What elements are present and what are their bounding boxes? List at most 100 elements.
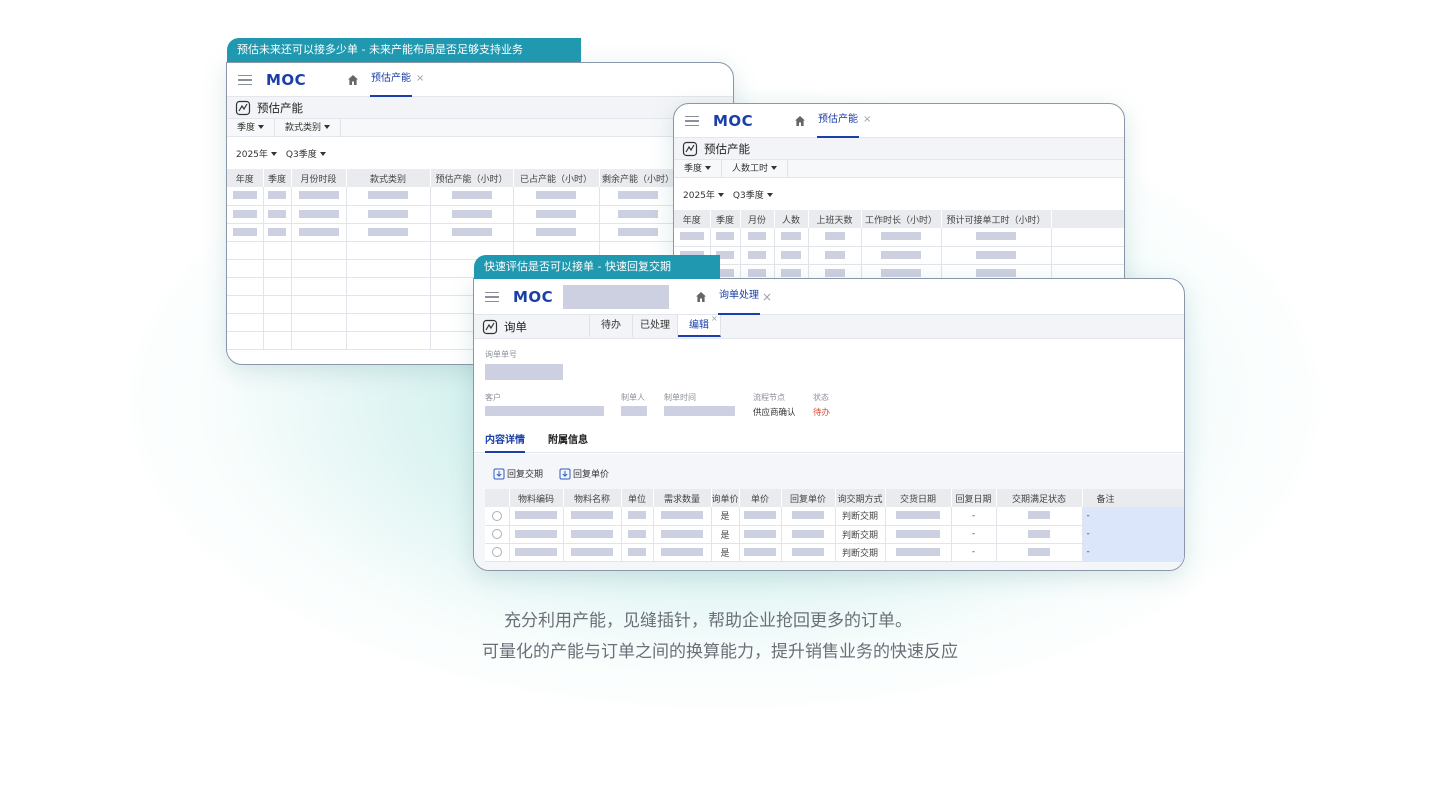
col-unit[interactable]: 单位	[621, 489, 654, 507]
row-select[interactable]	[485, 543, 510, 562]
col-available-hours[interactable]: 预计可接单工时（小时）	[941, 210, 1052, 228]
page-header: 预估产能	[674, 138, 1124, 160]
col-style[interactable]: 款式类别	[346, 169, 431, 187]
table-cell	[563, 507, 622, 526]
tab-processed[interactable]: 已处理	[633, 315, 678, 337]
reply-price-button[interactable]: 回复单价	[559, 467, 609, 480]
tab-capacity[interactable]: 预估产能	[817, 104, 859, 138]
radio-button[interactable]	[491, 528, 502, 539]
quarter-select[interactable]: Q3季度	[286, 147, 326, 160]
year-select[interactable]: 2025年	[683, 188, 724, 201]
col-unit-price[interactable]: 单价	[739, 489, 782, 507]
col-month[interactable]: 月份时段	[291, 169, 347, 187]
col-used[interactable]: 已占产能（小时）	[513, 169, 600, 187]
col-quarter[interactable]: 季度	[710, 210, 741, 228]
col-note[interactable]: 备注	[1082, 489, 1184, 507]
home-icon[interactable]	[347, 74, 359, 86]
table-row[interactable]	[227, 223, 733, 242]
col-delivery-method[interactable]: 询交期方式	[835, 489, 886, 507]
capacity-window-2: MOC 预估产能 × 预估产能 季度 人数工时 2025年 Q3季度 年度 季度…	[673, 103, 1125, 303]
table-cell	[621, 525, 654, 544]
filter-quarter[interactable]: 季度	[674, 159, 723, 178]
menu-icon[interactable]	[485, 291, 499, 302]
page-title: 询单	[504, 319, 527, 334]
col-reply-date[interactable]: 回复日期	[951, 489, 997, 507]
close-icon[interactable]: ×	[416, 63, 424, 95]
col-demand-qty[interactable]: 需求数量	[653, 489, 712, 507]
tab-capacity[interactable]: 预估产能	[370, 63, 412, 97]
note-cell[interactable]: -	[1082, 543, 1184, 562]
note-cell[interactable]: -	[1082, 525, 1184, 544]
reply-delivery-button[interactable]: 回复交期	[493, 467, 543, 480]
table-cell	[941, 228, 1052, 247]
col-headcount[interactable]: 人数	[774, 210, 809, 228]
col-forecast[interactable]: 预估产能（小时）	[430, 169, 514, 187]
table-cell	[227, 277, 264, 296]
table-cell	[774, 246, 809, 265]
table-cell	[263, 241, 292, 260]
menu-icon[interactable]	[685, 115, 699, 126]
creator-value	[621, 406, 647, 416]
table-cell	[513, 205, 600, 224]
table-cell	[346, 313, 431, 332]
status-tabs: 待办 已处理 编辑	[589, 315, 721, 337]
table-row[interactable]	[674, 246, 1124, 265]
col-delivery-status[interactable]: 交期满足状态	[996, 489, 1083, 507]
year-select[interactable]: 2025年	[236, 147, 277, 160]
col-year[interactable]: 年度	[674, 210, 711, 228]
col-material-name[interactable]: 物料名称	[563, 489, 622, 507]
note-cell[interactable]: -	[1082, 507, 1184, 526]
tab-attachments[interactable]: 附属信息	[548, 431, 588, 446]
col-quarter[interactable]: 季度	[263, 169, 292, 187]
tab-inquiry[interactable]: 询单处理	[718, 279, 760, 315]
quarter-select[interactable]: Q3季度	[733, 188, 773, 201]
close-icon[interactable]: ×	[762, 280, 772, 314]
filter-quarter[interactable]: 季度	[227, 118, 276, 137]
radio-button[interactable]	[491, 510, 502, 521]
reply-date-cell: -	[951, 543, 997, 562]
status-value: 待办	[813, 408, 831, 418]
col-work-hours[interactable]: 工作时长（小时）	[861, 210, 942, 228]
col-month[interactable]: 月份	[740, 210, 775, 228]
col-inquiry-price[interactable]: 询单价	[711, 489, 740, 507]
radio-button[interactable]	[491, 546, 502, 557]
customer-label: 客户	[485, 393, 501, 402]
tab-content-detail[interactable]: 内容详情	[485, 431, 525, 453]
table-row[interactable]: 是 判断交期 - -	[485, 543, 1184, 562]
close-icon[interactable]: ×	[711, 314, 718, 323]
table-cell	[291, 331, 347, 350]
table-cell	[291, 313, 347, 332]
filter-style[interactable]: 款式类别	[275, 118, 342, 137]
table-row[interactable]: 是 判断交期 - -	[485, 507, 1184, 526]
table-cell	[885, 543, 952, 562]
col-remaining[interactable]: 剩余产能（小时）	[599, 169, 678, 187]
table-cell	[563, 543, 622, 562]
close-icon[interactable]: ×	[863, 104, 871, 136]
col-year[interactable]: 年度	[227, 169, 264, 187]
table-cell	[739, 525, 782, 544]
col-material-code[interactable]: 物料编码	[509, 489, 564, 507]
inquiry-price-cell: 是	[711, 525, 740, 544]
table-cell	[885, 507, 952, 526]
filter-headcount[interactable]: 人数工时	[722, 159, 789, 178]
table-cell	[861, 246, 942, 265]
row-select[interactable]	[485, 525, 510, 544]
col-delivery-date[interactable]: 交货日期	[885, 489, 952, 507]
col-workdays[interactable]: 上班天数	[808, 210, 862, 228]
home-icon[interactable]	[695, 291, 707, 303]
org-selector[interactable]	[563, 285, 669, 309]
table-cell	[563, 525, 622, 544]
table-row[interactable]	[227, 187, 733, 206]
tab-pending[interactable]: 待办	[590, 315, 633, 337]
table-row[interactable]	[227, 205, 733, 224]
table-cell	[774, 228, 809, 247]
table-row[interactable]: 是 判断交期 - -	[485, 525, 1184, 544]
top-bar: MOC 预估产能 ×	[227, 63, 733, 97]
headcount-table: 年度 季度 月份 人数 上班天数 工作时长（小时） 预计可接单工时（小时）	[674, 210, 1124, 283]
table-row[interactable]	[674, 228, 1124, 247]
row-select[interactable]	[485, 507, 510, 526]
col-reply-price[interactable]: 回复单价	[781, 489, 836, 507]
menu-icon[interactable]	[238, 74, 252, 85]
flow-node-value: 供应商确认	[753, 408, 796, 418]
home-icon[interactable]	[794, 115, 806, 127]
